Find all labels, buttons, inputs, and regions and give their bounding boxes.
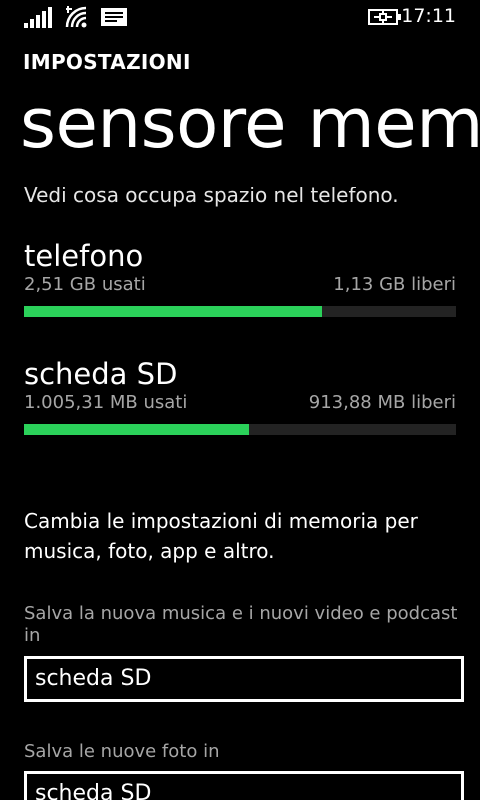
battery-charging-icon bbox=[368, 8, 402, 30]
signal-icon bbox=[24, 6, 54, 32]
photos-location-label: Salva le nuove foto in bbox=[24, 741, 220, 762]
page-title: sensore memoria bbox=[20, 84, 480, 164]
clock: 17:11 bbox=[401, 5, 456, 27]
photos-location-select[interactable]: scheda SD bbox=[24, 771, 464, 800]
storage-sd-stats: 1.005,31 MB usati 913,88 MB liberi bbox=[24, 392, 456, 418]
storage-phone-free: 1,13 GB liberi bbox=[333, 274, 456, 295]
app-title: IMPOSTAZIONI bbox=[23, 50, 191, 74]
storage-sd-bar bbox=[24, 424, 456, 435]
music-location-label: Salva la nuova musica e i nuovi video e … bbox=[24, 603, 458, 646]
storage-sense-screen: 17:11 IMPOSTAZIONI sensore memoria Vedi … bbox=[0, 0, 480, 800]
storage-sd-free: 913,88 MB liberi bbox=[308, 392, 456, 413]
storage-sd-used: 1.005,31 MB usati bbox=[24, 392, 188, 413]
message-icon bbox=[100, 7, 128, 31]
intro-clip: Vedi cosa occupa spazio nel telefono. bbox=[0, 187, 480, 211]
music-location-select[interactable]: scheda SD bbox=[24, 656, 464, 702]
storage-sd-bar-fill bbox=[24, 424, 249, 435]
status-bar: 17:11 bbox=[0, 0, 480, 34]
settings-description: Cambia le impostazioni di memoria per mu… bbox=[24, 509, 418, 563]
storage-phone-stats: 2,51 GB usati 1,13 GB liberi bbox=[24, 274, 456, 300]
storage-phone[interactable]: telefono 2,51 GB usati 1,13 GB liberi bbox=[24, 238, 456, 317]
storage-phone-used: 2,51 GB usati bbox=[24, 274, 146, 295]
wifi-icon bbox=[64, 5, 90, 33]
intro-text: Vedi cosa occupa spazio nel telefono. bbox=[24, 187, 399, 207]
storage-phone-name: telefono bbox=[24, 239, 144, 273]
storage-sd[interactable]: scheda SD 1.005,31 MB usati 913,88 MB li… bbox=[24, 356, 456, 435]
storage-phone-bar bbox=[24, 306, 456, 317]
storage-phone-bar-fill bbox=[24, 306, 323, 317]
storage-sd-name: scheda SD bbox=[24, 357, 178, 391]
